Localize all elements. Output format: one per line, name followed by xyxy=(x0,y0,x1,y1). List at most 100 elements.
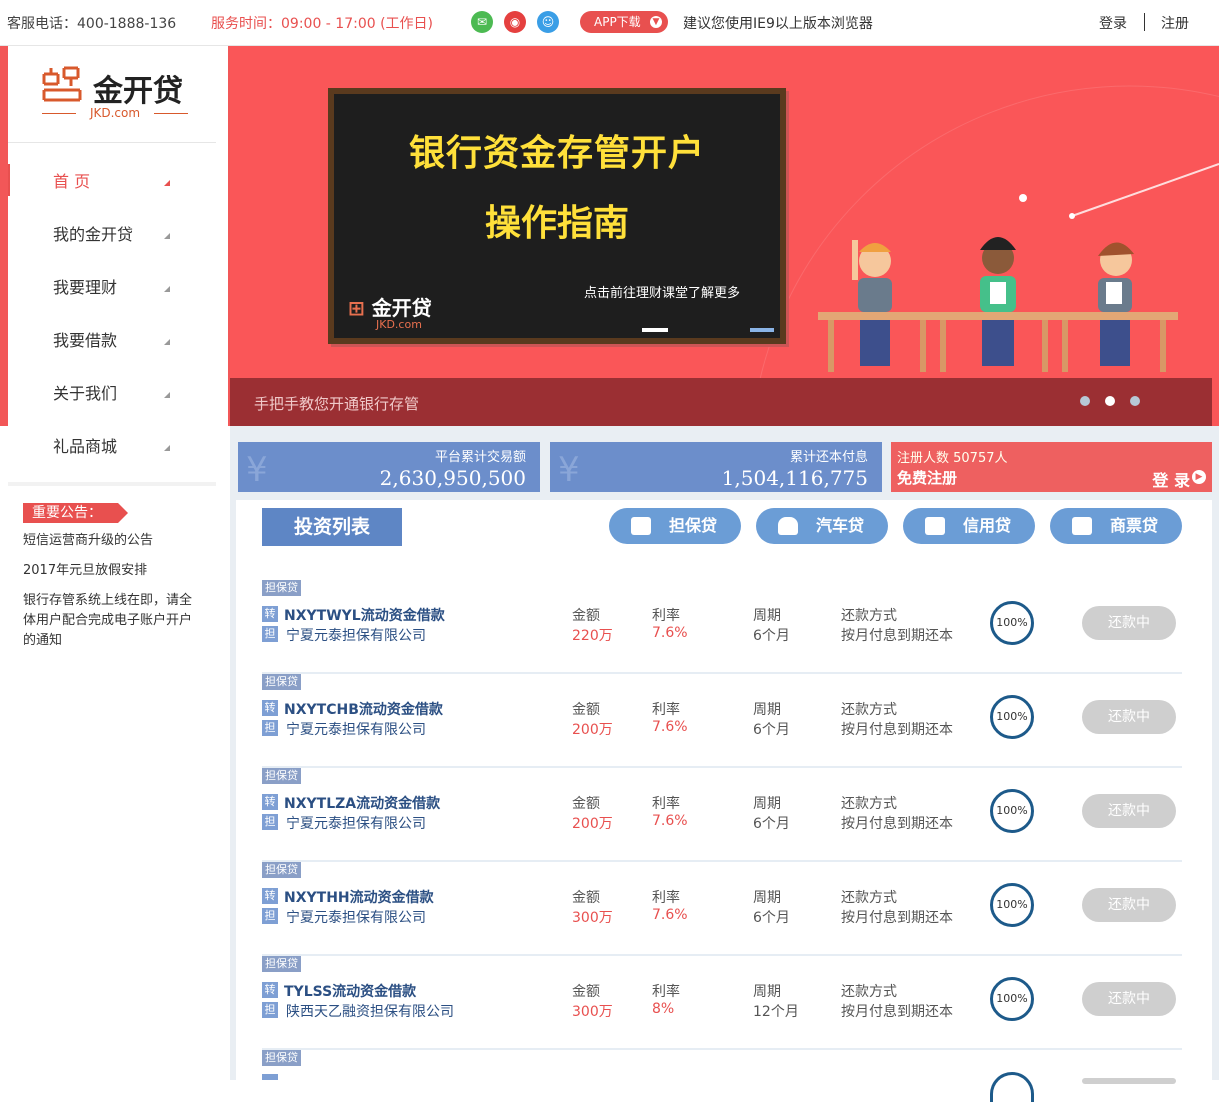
category-button-guarantee[interactable]: 担保贷 xyxy=(609,508,741,544)
category-button-credit[interactable]: 信用贷 xyxy=(903,508,1035,544)
carousel-dot[interactable] xyxy=(1130,396,1140,406)
nav-item-gift-mall[interactable]: 礼品商城 xyxy=(8,419,216,472)
status-button[interactable]: 还款中 xyxy=(1082,606,1176,640)
category-button-bill[interactable]: 商票贷 xyxy=(1050,508,1182,544)
loan-name[interactable]: NXYTWYL流动资金借款 xyxy=(284,605,445,625)
status-button[interactable]: 还款中 xyxy=(1082,888,1176,922)
method-header: 还款方式 xyxy=(841,984,897,1000)
notice-item[interactable]: 2017年元旦放假安排 xyxy=(23,561,203,581)
period-header: 周期 xyxy=(753,890,781,906)
service-phone: 客服电话：400-1888-136 xyxy=(7,16,177,32)
loan-name[interactable]: NXYTHH流动资金借款 xyxy=(284,887,434,907)
amount-header: 金额 xyxy=(572,702,600,718)
nav-label: 礼品商城 xyxy=(53,437,118,456)
banner-carousel[interactable]: 银行资金存管开户 操作指南 ⊞ 金开贷 JKD.com 点击前往理财课堂了解更多… xyxy=(230,46,1219,426)
list-title: 投资列表 xyxy=(262,508,402,546)
progress-ring xyxy=(990,1072,1034,1102)
arrow-icon xyxy=(164,339,170,345)
rate-header: 利率 xyxy=(652,608,680,624)
transfer-badge: 转 xyxy=(262,700,278,716)
period-header: 周期 xyxy=(753,702,781,718)
loan-method: 按月付息到期还本 xyxy=(841,910,953,926)
carousel-dot-active[interactable] xyxy=(1105,396,1115,406)
rate-header: 利率 xyxy=(652,890,680,906)
nav-item-borrow[interactable]: 我要借款 xyxy=(8,313,216,366)
free-register-link[interactable]: 免费注册 xyxy=(897,467,957,488)
board-domain: JKD.com xyxy=(376,318,422,331)
loan-name[interactable]: NXYTLZA流动资金借款 xyxy=(284,793,440,813)
nav-item-about[interactable]: 关于我们 xyxy=(8,366,216,419)
top-bar: 客服电话：400-1888-136 服务时间：09:00 - 17:00 (工作… xyxy=(0,0,1219,46)
nav-item-my-account[interactable]: 我的金开贷 xyxy=(8,207,216,260)
stat-label: 平台累计交易额 xyxy=(434,450,526,465)
transfer-badge: 转 xyxy=(262,982,278,998)
loan-period: 6个月 xyxy=(753,816,790,832)
loan-amount: 200万 xyxy=(572,722,613,738)
loan-row[interactable]: 担保贷 转 担 NXYTHH流动资金借款 宁夏元泰担保有限公司 金额 300万 … xyxy=(262,862,1182,956)
sidebar: 金开贷 JKD.com 首 页 我的金开贷 我要理财 我要借款 关于我们 礼品商… xyxy=(8,46,228,1080)
method-header: 还款方式 xyxy=(841,608,897,624)
register-link[interactable]: 注册 xyxy=(1161,13,1189,33)
loan-method: 按月付息到期还本 xyxy=(841,1004,953,1020)
login-link[interactable]: 登 录 xyxy=(1152,467,1190,491)
service-hours: 服务时间：09:00 - 17:00 (工作日) xyxy=(211,16,434,32)
nav-item-invest[interactable]: 我要理财 xyxy=(8,260,216,313)
loan-method: 按月付息到期还本 xyxy=(841,816,953,832)
category-button-car[interactable]: 汽车贷 xyxy=(756,508,888,544)
progress-ring: 100% xyxy=(990,977,1034,1021)
chalkboard: 银行资金存管开户 操作指南 ⊞ 金开贷 JKD.com 点击前往理财课堂了解更多 xyxy=(328,88,786,344)
loan-row[interactable]: 担保贷 转 担 NXYTWYL流动资金借款 宁夏元泰担保有限公司 金额 220万… xyxy=(262,580,1182,674)
rate-header: 利率 xyxy=(652,702,680,718)
register-box: 注册人数 50757人 免费注册 登 录 ▶ xyxy=(891,442,1212,492)
method-header: 还款方式 xyxy=(841,890,897,906)
nav-label: 我的金开贷 xyxy=(53,225,134,244)
loan-tag: 担保贷 xyxy=(262,768,301,784)
stat-trade-total: ¥ 平台累计交易额 2,630,950,500 xyxy=(238,442,540,492)
login-link[interactable]: 登录 xyxy=(1099,13,1127,33)
wechat-icon[interactable]: ✉ xyxy=(471,11,493,33)
qq-icon[interactable]: ☺ xyxy=(537,11,559,33)
loan-name[interactable]: TYLSS流动资金借款 xyxy=(284,981,416,1001)
banner-caption-bar: 手把手教您开通银行存管 xyxy=(230,378,1212,426)
banner-caption: 手把手教您开通银行存管 xyxy=(254,395,420,413)
arrow-icon xyxy=(164,445,170,451)
guarantee-badge: 担 xyxy=(262,908,278,924)
logo-mark-icon: ⊞ xyxy=(348,296,365,320)
nav-label: 首 页 xyxy=(53,172,91,191)
guarantee-badge: 担 xyxy=(262,720,278,736)
status-button[interactable] xyxy=(1082,1078,1176,1084)
status-button[interactable]: 还款中 xyxy=(1082,982,1176,1016)
yen-icon: ¥ xyxy=(246,450,268,490)
status-button[interactable]: 还款中 xyxy=(1082,700,1176,734)
nav-label: 我要借款 xyxy=(53,331,118,350)
category-label: 商票贷 xyxy=(1110,516,1159,535)
transfer-badge: 转 xyxy=(262,888,278,904)
notice-item[interactable]: 短信运营商升级的公告 xyxy=(23,531,203,551)
progress-ring: 100% xyxy=(990,601,1034,645)
stat-value: 1,504,116,775 xyxy=(721,466,868,490)
board-link[interactable]: 点击前往理财课堂了解更多 xyxy=(584,282,740,301)
carousel-dot[interactable] xyxy=(1080,396,1090,406)
nav-item-home[interactable]: 首 页 xyxy=(8,154,216,207)
banner-title: 银行资金存管开户 xyxy=(408,133,705,174)
amount-header: 金额 xyxy=(572,796,600,812)
app-download-button[interactable]: APP下载 ▼ xyxy=(580,11,668,33)
loan-rate: 7.6% xyxy=(652,813,688,829)
loan-amount: 200万 xyxy=(572,816,613,832)
loan-company: 陕西天乙融资担保有限公司 xyxy=(286,1004,454,1020)
loan-tag: 担保贷 xyxy=(262,580,301,596)
loan-row[interactable]: 担保贷 转 担 NXYTCHB流动资金借款 宁夏元泰担保有限公司 金额 200万… xyxy=(262,674,1182,768)
loan-row[interactable]: 担保贷 xyxy=(262,1050,1182,1102)
loan-row[interactable]: 担保贷 转 担 NXYTLZA流动资金借款 宁夏元泰担保有限公司 金额 200万… xyxy=(262,768,1182,862)
loan-row[interactable]: 担保贷 转 担 TYLSS流动资金借款 陕西天乙融资担保有限公司 金额 300万… xyxy=(262,956,1182,1050)
briefcase-icon xyxy=(631,517,651,535)
loan-name[interactable]: NXYTCHB流动资金借款 xyxy=(284,699,443,719)
guarantee-badge: 担 xyxy=(262,1002,278,1018)
loan-company: 宁夏元泰担保有限公司 xyxy=(286,816,426,832)
rate-header: 利率 xyxy=(652,984,680,1000)
rate-header: 利率 xyxy=(652,796,680,812)
notice-item[interactable]: 银行存管系统上线在即，请全体用户配合完成电子账户开户的通知 xyxy=(23,591,203,651)
status-button[interactable]: 还款中 xyxy=(1082,794,1176,828)
invest-list: 投资列表 担保贷 汽车贷 信用贷 商票贷 担保贷 转 担 NXYTWYL流动资金… xyxy=(236,500,1212,1102)
weibo-icon[interactable]: ◉ xyxy=(504,11,526,33)
